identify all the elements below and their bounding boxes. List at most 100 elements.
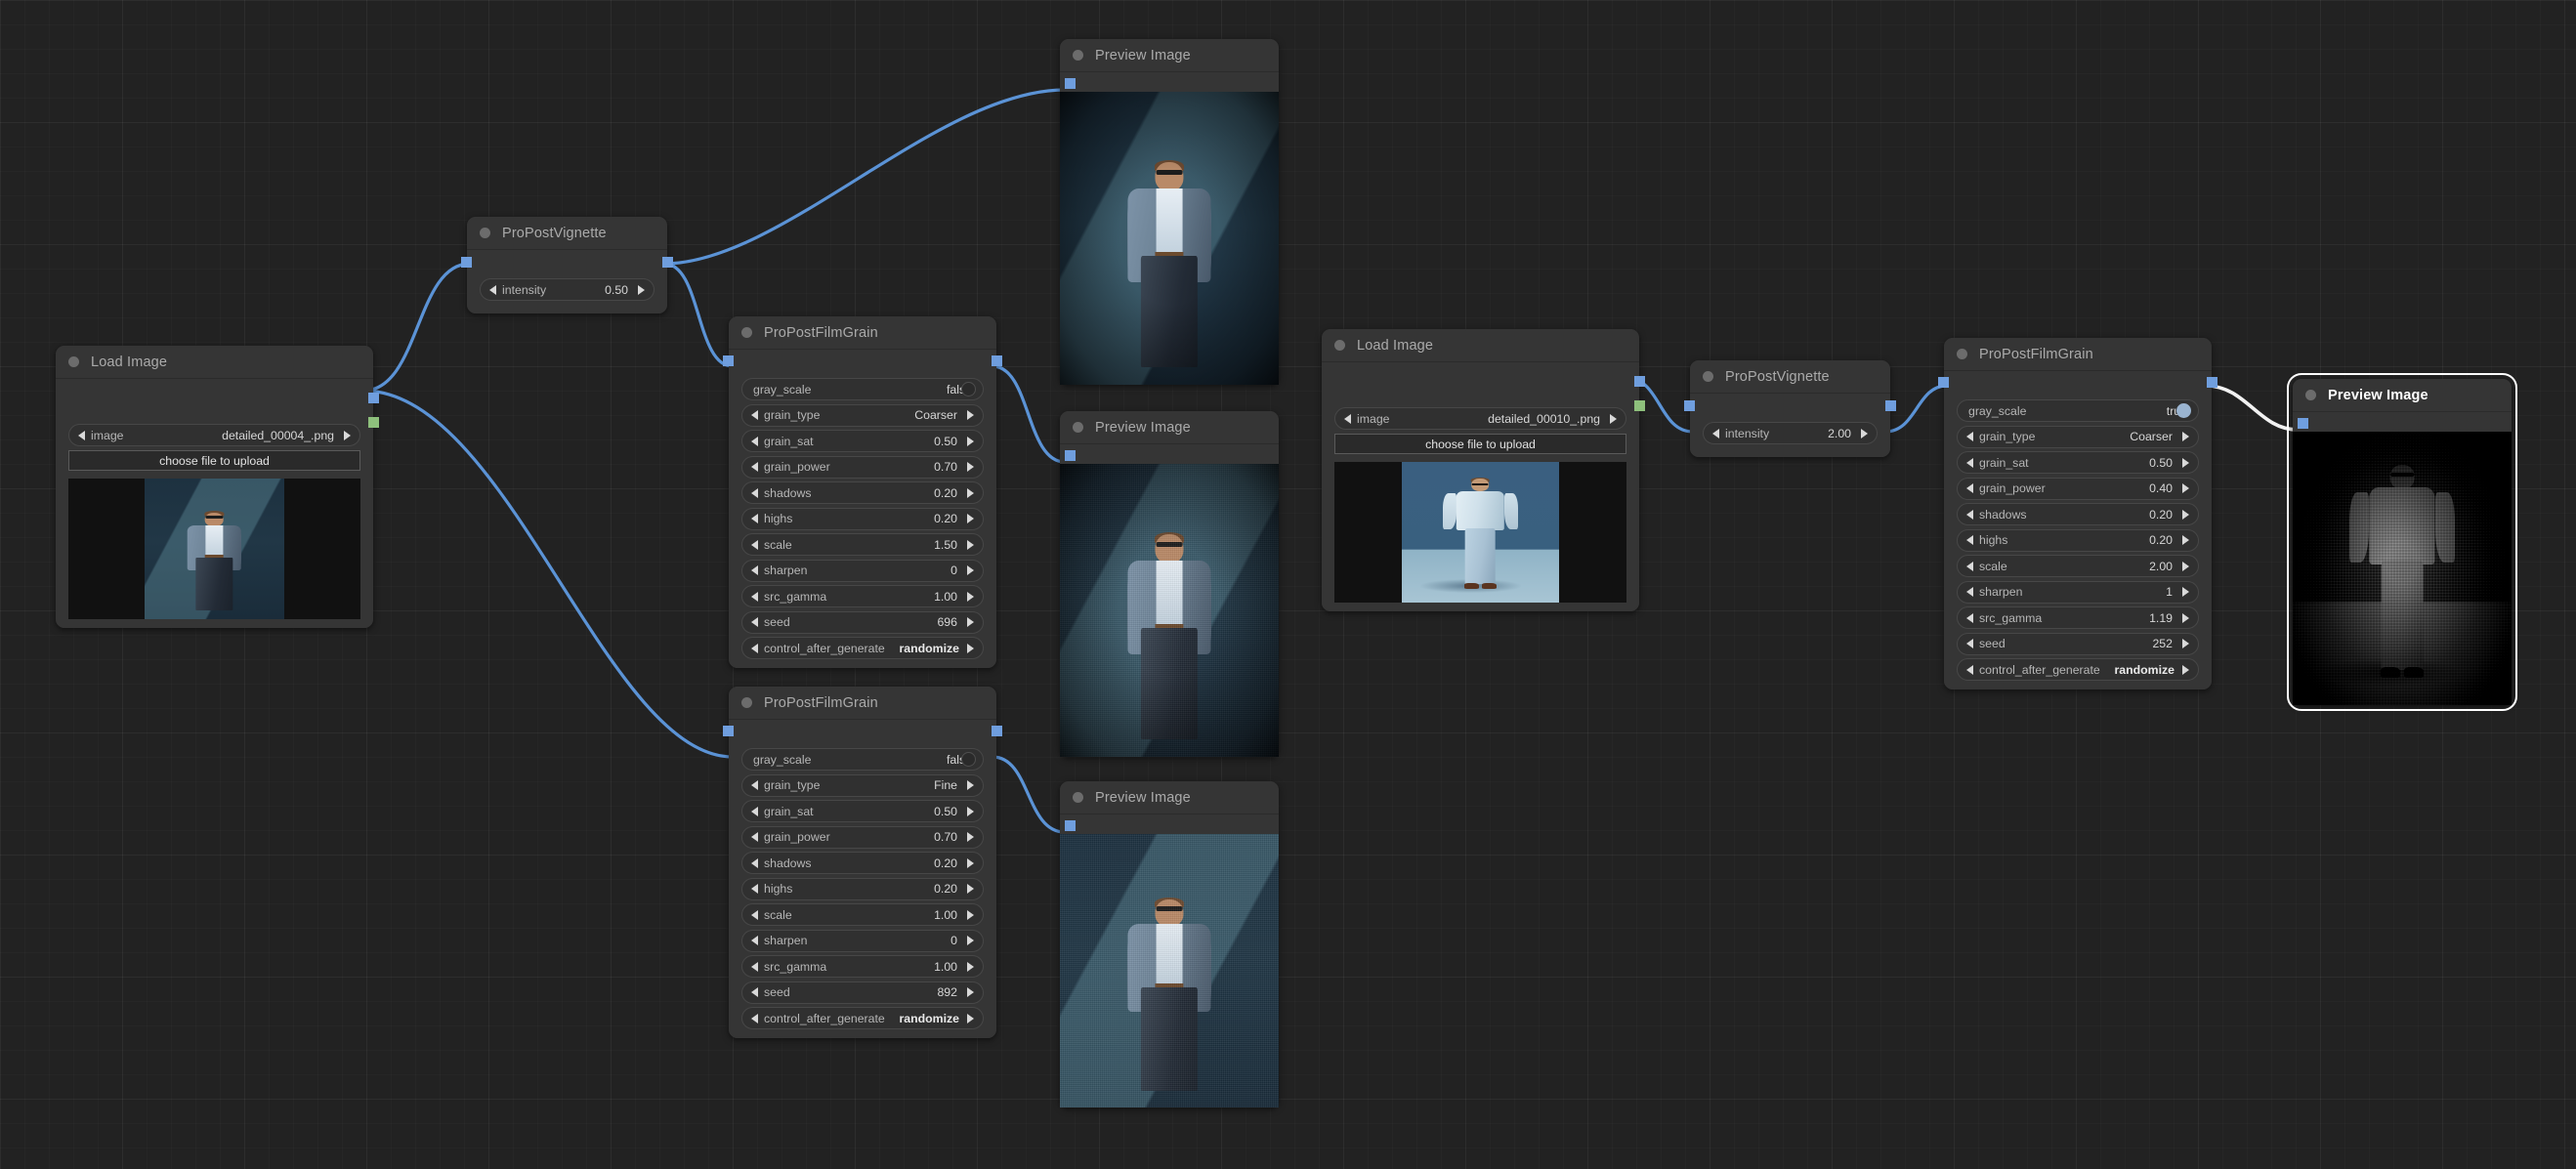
widget-image[interactable]: image detailed_00010_.png [1334,407,1626,430]
input-slot-images[interactable] [1065,450,1076,461]
widget-gray-scale[interactable]: gray_scale true [1957,399,2199,422]
widget-seed[interactable]: seed 892 [741,981,984,1004]
increment-arrow-icon[interactable] [967,806,974,816]
widget-grain-sat[interactable]: grain_sat 0.50 [741,800,984,822]
widget-sharpen[interactable]: sharpen 1 [1957,580,2199,604]
node-graph-canvas[interactable]: Load Image image detailed_00004_.png cho… [0,0,2576,1169]
widget-control-after-generate[interactable]: control_after_generate randomize [741,637,984,659]
decrement-arrow-icon[interactable] [489,284,496,295]
collapse-dot-icon[interactable] [741,327,752,338]
input-slot-image[interactable] [461,257,472,268]
increment-arrow-icon[interactable] [967,436,974,446]
increment-arrow-icon[interactable] [1610,413,1617,424]
decrement-arrow-icon[interactable] [751,806,758,816]
widget-scale[interactable]: scale 1.50 [741,533,984,556]
node-load-image-2[interactable]: Load Image image detailed_00010_.png cho… [1322,329,1645,611]
widget-gray-scale[interactable]: gray_scale false [741,748,984,771]
decrement-arrow-icon[interactable] [1966,612,1973,623]
collapse-dot-icon[interactable] [1334,340,1345,351]
decrement-arrow-icon[interactable] [751,643,758,653]
node-propost-filmgrain-3[interactable]: ProPostFilmGrain gray_scale true grain_t… [1938,338,2217,689]
widget-grain-power[interactable]: grain_power 0.40 [1957,477,2199,500]
increment-arrow-icon[interactable] [967,643,974,653]
node-propost-vignette-1[interactable]: ProPostVignette intensity 0.50 [461,217,673,313]
widget-highs[interactable]: highs 0.20 [1957,528,2199,552]
increment-arrow-icon[interactable] [967,961,974,972]
widget-seed[interactable]: seed 696 [741,610,984,634]
output-slot-image[interactable] [992,355,1002,366]
increment-arrow-icon[interactable] [2182,457,2189,468]
collapse-dot-icon[interactable] [1703,371,1713,382]
input-slot-image[interactable] [723,355,734,366]
increment-arrow-icon[interactable] [967,987,974,997]
decrement-arrow-icon[interactable] [751,436,758,446]
widget-grain-power[interactable]: grain_power 0.70 [741,825,984,849]
node-title-bar[interactable]: Load Image [56,346,373,379]
increment-arrow-icon[interactable] [2182,509,2189,520]
decrement-arrow-icon[interactable] [751,1013,758,1023]
collapse-dot-icon[interactable] [1073,50,1083,61]
increment-arrow-icon[interactable] [2182,664,2189,675]
decrement-arrow-icon[interactable] [751,462,758,472]
node-preview-image-2[interactable]: Preview Image [1060,411,1279,757]
widget-gray-scale[interactable]: gray_scale false [741,378,984,400]
decrement-arrow-icon[interactable] [1966,483,1973,493]
increment-arrow-icon[interactable] [1861,428,1868,438]
increment-arrow-icon[interactable] [967,462,974,472]
widget-sharpen[interactable]: sharpen 0 [741,929,984,952]
node-preview-image-4[interactable]: Preview Image [2287,373,2517,711]
node-propost-filmgrain-2[interactable]: ProPostFilmGrain gray_scale false grain_… [723,687,1002,1038]
input-slot-images[interactable] [1065,78,1076,89]
collapse-dot-icon[interactable] [1957,349,1967,359]
increment-arrow-icon[interactable] [967,832,974,842]
node-preview-image-1[interactable]: Preview Image [1060,39,1279,385]
decrement-arrow-icon[interactable] [751,780,758,790]
widget-control-after-generate[interactable]: control_after_generate randomize [1957,658,2199,681]
widget-src-gamma[interactable]: src_gamma 1.19 [1957,606,2199,629]
increment-arrow-icon[interactable] [2182,535,2189,545]
collapse-dot-icon[interactable] [68,356,79,367]
choose-file-to-upload-button[interactable]: choose file to upload [68,450,360,471]
increment-arrow-icon[interactable] [967,514,974,523]
node-title-bar[interactable]: ProPostFilmGrain [1944,338,2212,371]
widget-src-gamma[interactable]: src_gamma 1.00 [741,585,984,607]
increment-arrow-icon[interactable] [967,857,974,868]
widget-grain-power[interactable]: grain_power 0.70 [741,455,984,479]
widget-grain-type[interactable]: grain_type Coarser [1957,425,2199,448]
widget-grain-type[interactable]: grain_type Fine [741,773,984,797]
widget-grain-sat[interactable]: grain_sat 0.50 [1957,451,2199,474]
increment-arrow-icon[interactable] [2182,612,2189,623]
decrement-arrow-icon[interactable] [1966,587,1973,597]
output-slot-image[interactable] [1885,400,1896,411]
widget-intensity[interactable]: intensity 0.50 [480,278,655,301]
widget-seed[interactable]: seed 252 [1957,632,2199,655]
collapse-dot-icon[interactable] [1073,792,1083,803]
decrement-arrow-icon[interactable] [1966,561,1973,571]
node-title-bar[interactable]: ProPostFilmGrain [729,687,996,720]
node-title-bar[interactable]: Preview Image [1060,39,1279,72]
decrement-arrow-icon[interactable] [751,987,758,997]
output-slot-mask[interactable] [368,417,379,428]
decrement-arrow-icon[interactable] [751,487,758,498]
decrement-arrow-icon[interactable] [751,565,758,575]
increment-arrow-icon[interactable] [967,591,974,602]
widget-intensity[interactable]: intensity 2.00 [1703,422,1878,444]
choose-file-to-upload-button[interactable]: choose file to upload [1334,434,1626,454]
widget-shadows[interactable]: shadows 0.20 [741,852,984,874]
collapse-dot-icon[interactable] [741,697,752,708]
decrement-arrow-icon[interactable] [751,884,758,894]
node-title-bar[interactable]: Preview Image [1060,781,1279,814]
increment-arrow-icon[interactable] [967,936,974,945]
node-propost-vignette-2[interactable]: ProPostVignette intensity 2.00 [1684,360,1896,457]
decrement-arrow-icon[interactable] [1712,428,1719,438]
toggle-knob-icon[interactable] [961,382,976,397]
increment-arrow-icon[interactable] [638,284,645,295]
widget-src-gamma[interactable]: src_gamma 1.00 [741,955,984,978]
decrement-arrow-icon[interactable] [751,909,758,920]
node-title-bar[interactable]: Load Image [1322,329,1639,362]
decrement-arrow-icon[interactable] [1966,509,1973,520]
increment-arrow-icon[interactable] [2182,587,2189,597]
node-title-bar[interactable]: Preview Image [2293,379,2512,412]
decrement-arrow-icon[interactable] [1344,413,1351,424]
node-title-bar[interactable]: ProPostFilmGrain [729,316,996,350]
